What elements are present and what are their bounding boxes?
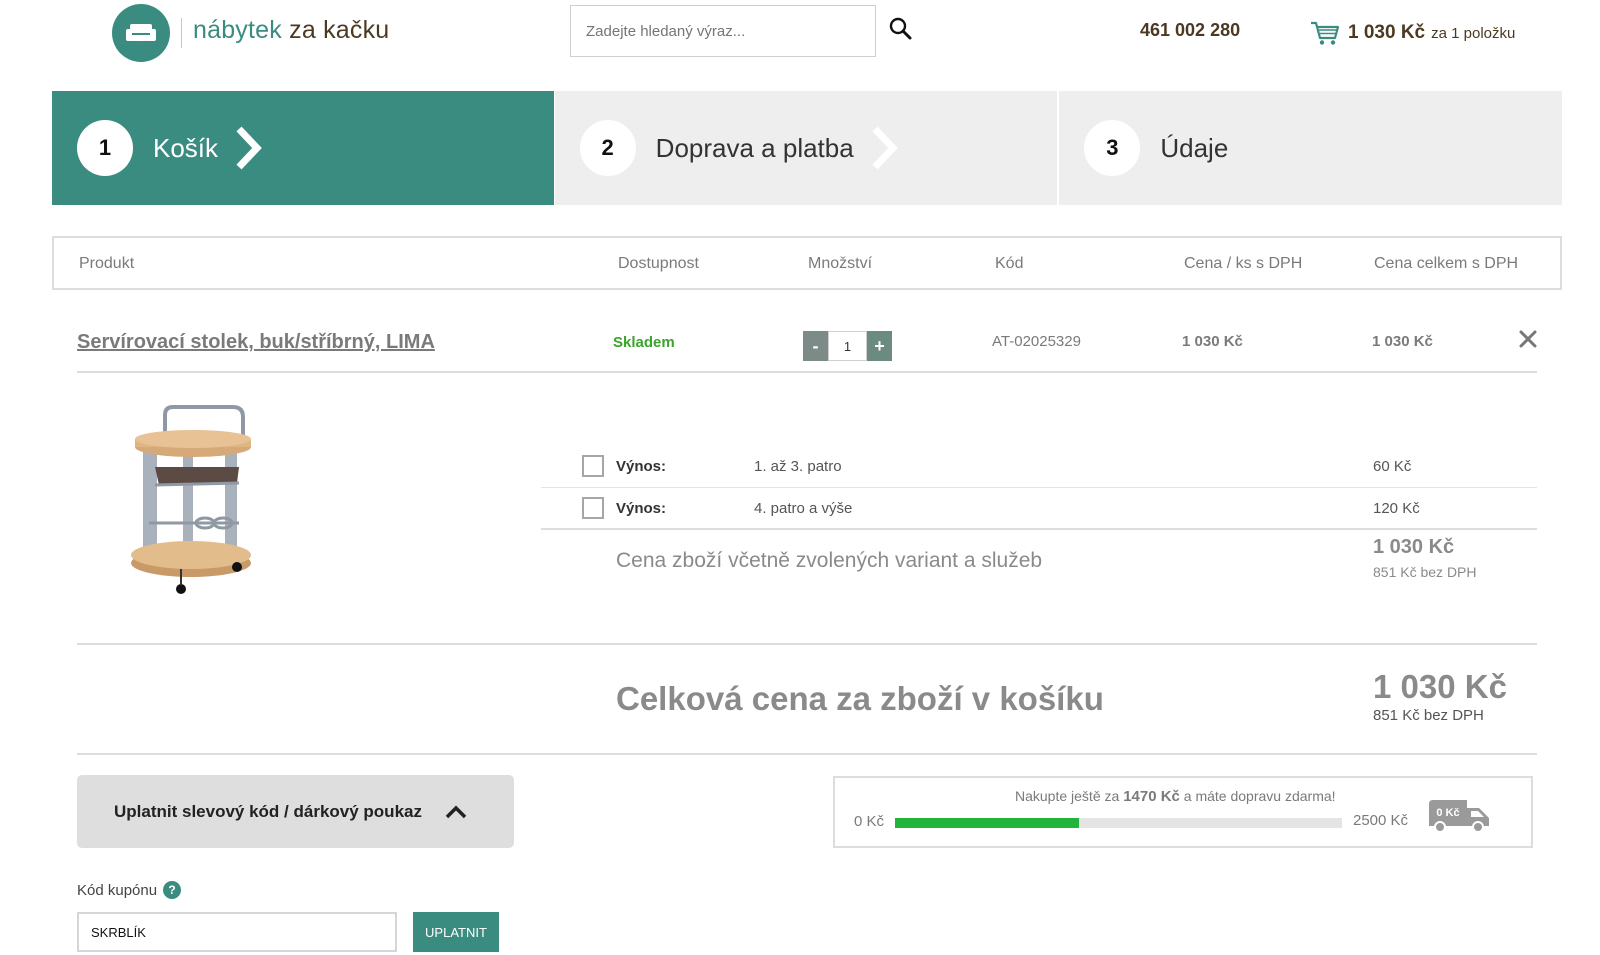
checkout-steps: 1 Košík 2 Doprava a platba 3 Údaje	[52, 91, 1563, 205]
step-label: Údaje	[1160, 132, 1229, 163]
cart-item-row: Servírovací stolek, buk/stříbrný, LIMA S…	[77, 314, 1537, 373]
service-label: Výnos:	[616, 458, 667, 475]
free-shipping-min: 0 Kč	[854, 813, 885, 830]
coupon-toggle-label: Uplatnit slevový kód / dárkový poukaz	[114, 801, 422, 821]
subtotal-net-price: 851 Kč bez DPH	[1373, 564, 1477, 580]
step-label: Doprava a platba	[655, 132, 854, 163]
cart-summary[interactable]: 1 030 Kč za 1 položku	[1310, 18, 1515, 48]
service-row: Výnos: 1. až 3. patro 60 Kč	[541, 446, 1537, 488]
grand-total-label: Celková cena za zboží v košíku	[616, 680, 1104, 717]
search-input[interactable]	[570, 5, 876, 57]
quantity-increase-button[interactable]: +	[867, 331, 892, 361]
coupon-toggle-button[interactable]: Uplatnit slevový kód / dárkový poukaz	[77, 775, 514, 848]
logo-text-primary: nábytek	[193, 16, 282, 44]
logo-text[interactable]: nábytek za kačku	[193, 16, 389, 45]
step-number: 1	[77, 120, 133, 176]
delivery-van-icon: 0 Kč	[1429, 800, 1489, 833]
service-description: 1. až 3. patro	[754, 458, 842, 475]
service-price: 60 Kč	[1373, 458, 1412, 475]
search-icon[interactable]	[888, 16, 914, 42]
grand-total-price: 1 030 Kč	[1373, 668, 1507, 705]
service-price: 120 Kč	[1373, 500, 1420, 517]
logo-divider	[181, 18, 182, 48]
step-shipping-payment[interactable]: 2 Doprava a platba	[554, 91, 1058, 205]
step-details[interactable]: 3 Údaje	[1059, 91, 1563, 205]
coupon-field-label-text: Kód kupónu	[77, 881, 158, 899]
free-shipping-prefix: Nakupte ještě za	[1015, 788, 1120, 804]
col-total-price: Cena celkem s DPH	[1374, 255, 1519, 272]
phone-number[interactable]: 461 002 280	[1140, 20, 1240, 41]
product-image[interactable]	[125, 405, 265, 610]
divider	[77, 753, 1537, 755]
step-label: Košík	[153, 132, 219, 163]
stock-status: Skladem	[613, 334, 675, 351]
coupon-code-input[interactable]	[77, 912, 397, 952]
step-number: 3	[1084, 120, 1141, 176]
service-row: Výnos: 4. patro a výše 120 Kč	[541, 488, 1537, 530]
free-shipping-suffix: a máte dopravu zdarma!	[1183, 788, 1336, 804]
subtotal-label: Cena zboží včetně zvolených variant a sl…	[616, 549, 1043, 572]
col-code: Kód	[995, 255, 1024, 272]
chevron-up-icon	[445, 805, 467, 818]
col-unit-price: Cena / ks s DPH	[1184, 255, 1303, 272]
subtotal-price: 1 030 Kč	[1373, 536, 1455, 558]
logo-icon[interactable]	[112, 4, 170, 62]
free-shipping-box: Nakupte ještě za 1470 Kč a máte dopravu …	[833, 776, 1533, 848]
service-description: 4. patro a výše	[754, 500, 853, 517]
free-shipping-progress-fill	[895, 818, 1080, 828]
cart-total: 1 030 Kč	[1348, 22, 1426, 43]
cart-icon	[1311, 21, 1340, 45]
col-product: Produkt	[79, 255, 135, 272]
help-icon[interactable]: ?	[163, 881, 182, 899]
col-availability: Dostupnost	[618, 255, 699, 272]
col-quantity: Množství	[808, 255, 873, 272]
free-shipping-message: Nakupte ještě za 1470 Kč a máte dopravu …	[1015, 788, 1336, 805]
chevron-right-icon	[236, 126, 262, 170]
service-checkbox[interactable]	[582, 497, 604, 519]
grand-total-net-price: 851 Kč bez DPH	[1373, 707, 1484, 724]
van-label: 0 Kč	[1436, 807, 1459, 819]
line-total-price: 1 030 Kč	[1372, 333, 1433, 350]
coupon-field-label: Kód kupónu ?	[77, 881, 182, 899]
free-shipping-remaining: 1470 Kč	[1123, 788, 1180, 805]
product-name-link[interactable]: Servírovací stolek, buk/stříbrný, LIMA	[77, 331, 435, 354]
quantity-input[interactable]	[828, 331, 867, 361]
step-cart[interactable]: 1 Košík	[52, 91, 554, 205]
unit-price: 1 030 Kč	[1182, 333, 1243, 350]
step-number: 2	[579, 120, 636, 176]
cart-table-header: Produkt Dostupnost Množství Kód Cena / k…	[52, 236, 1562, 290]
remove-item-icon[interactable]	[1515, 326, 1541, 352]
chevron-right-icon	[872, 126, 898, 170]
free-shipping-max: 2500 Kč	[1353, 812, 1409, 829]
divider	[77, 643, 1537, 645]
product-code: AT-02025329	[992, 333, 1081, 350]
quantity-decrease-button[interactable]: -	[803, 331, 828, 361]
service-checkbox[interactable]	[582, 455, 604, 477]
cart-items-count: za 1 položku	[1431, 24, 1516, 42]
service-label: Výnos:	[616, 500, 667, 517]
quantity-stepper: - +	[803, 331, 892, 361]
apply-coupon-button[interactable]: UPLATNIT	[413, 912, 499, 952]
sofa-icon	[126, 24, 156, 41]
logo-text-secondary: za kačku	[289, 16, 390, 44]
free-shipping-progress-bar	[895, 818, 1342, 828]
